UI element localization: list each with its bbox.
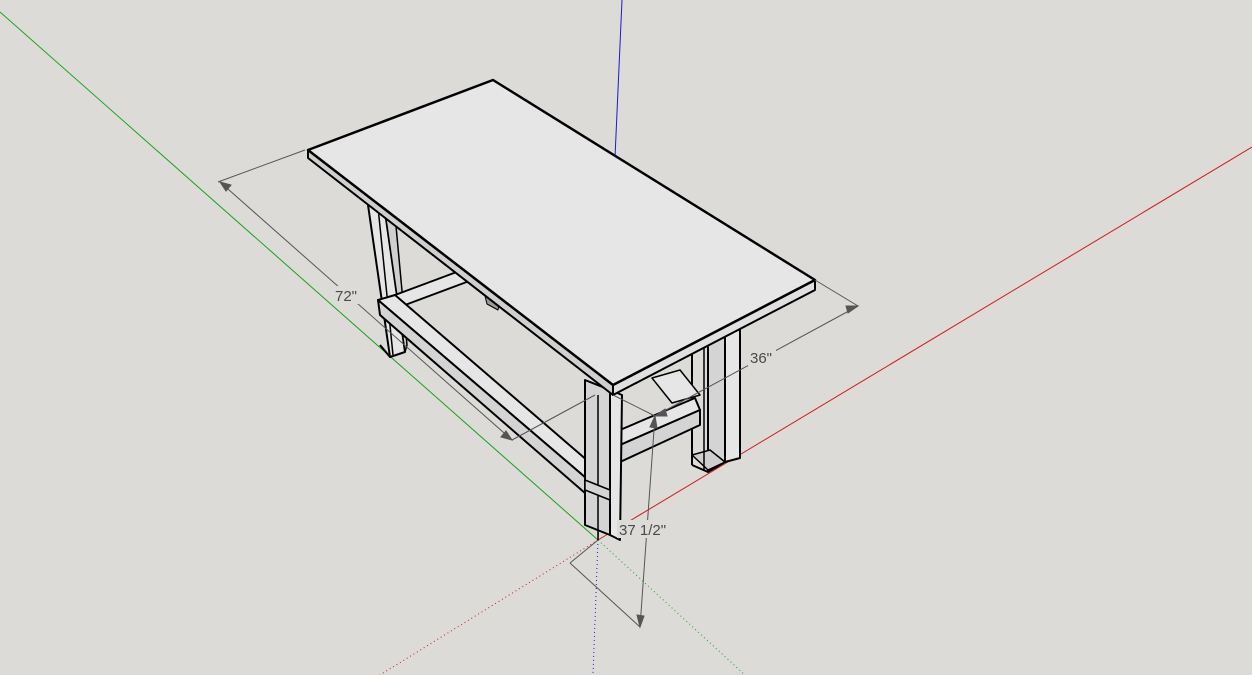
- viewport-canvas[interactable]: 72" 36" 37 1/2": [0, 0, 1252, 675]
- table-leg-front[interactable]: [584, 379, 623, 541]
- dimension-label-width[interactable]: 36": [750, 350, 772, 367]
- blue-axis-dotted: [592, 539, 599, 675]
- 3d-viewport[interactable]: 72" 36" 37 1/2": [0, 0, 1252, 675]
- dimension-label-height[interactable]: 37 1/2": [619, 522, 666, 539]
- table-model[interactable]: [306, 78, 817, 541]
- dimension-label-length[interactable]: 72": [335, 288, 357, 305]
- green-axis-dotted: [597, 539, 746, 675]
- red-axis-dotted: [379, 539, 599, 675]
